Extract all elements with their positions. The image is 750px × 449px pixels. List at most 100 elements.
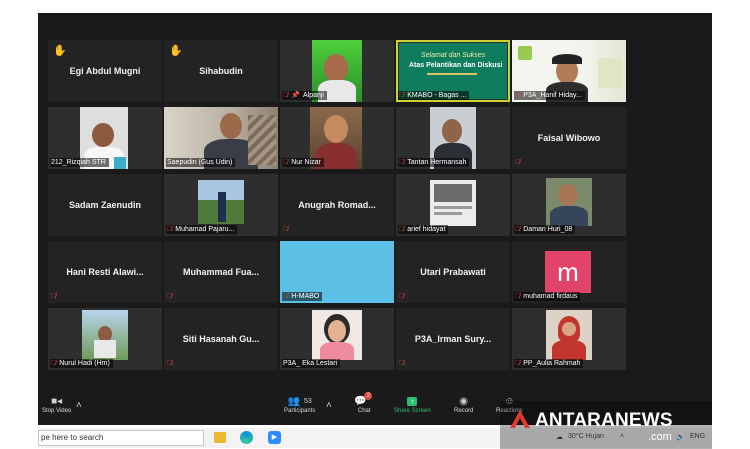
antaranews-logo-icon [510, 410, 530, 428]
participant-name: Utari Prabawati [420, 267, 486, 277]
mic-muted-icon: 🎙̸ [515, 159, 521, 166]
participant-tile[interactable]: 🎙̸ P3A_Hanif Hiday... [512, 40, 626, 102]
record-icon: ◉ [459, 395, 469, 407]
share-screen-button[interactable]: ↑ Share Screen [394, 394, 431, 414]
participant-tile[interactable]: 🎙̸ arief hidayat [396, 174, 510, 236]
participant-tile[interactable]: ✋ Sihabudin [164, 40, 278, 102]
edge-browser-icon[interactable] [240, 431, 253, 444]
weather-status[interactable]: 30°C Hujan [568, 433, 604, 440]
participant-nametag: 🎙̸ KMABO - Bagas ... [398, 91, 470, 100]
participant-name: Siti Hasanah Gu... [182, 334, 260, 344]
participant-name: Anugrah Romad... [298, 200, 376, 210]
mic-muted-icon: 🎙̸ [167, 360, 173, 367]
weather-icon[interactable]: ☁ [556, 433, 563, 441]
participant-tile[interactable]: Anugrah Romad... 🎙̸ [280, 174, 394, 236]
participant-name: arief hidayat [407, 226, 446, 233]
participant-tile[interactable]: 🎙̸ Nur Nizar [280, 107, 394, 169]
participant-tile[interactable]: m 🎙̸ muhamad firdaus [512, 241, 626, 303]
mic-muted-icon: 🎙̸ [399, 360, 405, 367]
participant-name: Alpanji [302, 92, 324, 99]
avatar: m [545, 251, 591, 293]
participant-tile[interactable]: Utari Prabawati 🎙̸ [396, 241, 510, 303]
mic-muted-icon: 🎙̸ [515, 92, 521, 99]
participant-name: P3A_Hanif Hiday... [523, 92, 582, 99]
language-indicator[interactable]: ENG [690, 433, 705, 440]
participant-tile[interactable]: Muhammad Fua... 🎙̸ [164, 241, 278, 303]
watermark-brand: ANTARANEWS [535, 410, 673, 431]
banner-line-2: Atas Pelantikan dan Diskusi [409, 62, 503, 69]
participant-nametag: 🎙̸ [514, 158, 526, 167]
participant-tile[interactable]: Faisal Wibowo 🎙̸ [512, 107, 626, 169]
participant-name: Muhammad Fua... [182, 267, 259, 277]
participant-nametag: 🎙̸ Muhamad Pajaru... [166, 225, 238, 234]
participant-tile[interactable]: ✋ Egi Abdul Mugni [48, 40, 162, 102]
participant-tile[interactable]: P3A_ Eka Lestari [280, 308, 394, 370]
share-screen-label: Share Screen [394, 408, 431, 414]
participants-button[interactable]: 👥 53 Participants [284, 394, 316, 415]
participant-nametag: 🎙̸ H-MABO [282, 292, 323, 301]
participant-nametag: 🎙̸ [398, 292, 410, 301]
file-explorer-icon[interactable] [214, 432, 226, 443]
video-feed [546, 178, 592, 226]
participant-tile[interactable]: 🎙̸ Nurul Hadi (Hm) [48, 308, 162, 370]
participant-tile[interactable]: Saepudin (Gus Udin) [164, 107, 278, 169]
mic-muted-icon: 🎙̸ [283, 226, 289, 233]
participant-nametag: 🎙̸ [166, 359, 178, 368]
participant-name: Faisal Wibowo [537, 133, 601, 143]
mic-muted-icon: 🎙̸ [399, 293, 405, 300]
participant-name: Muhamad Pajaru... [175, 226, 235, 233]
participant-nametag: 🎙̸ [166, 292, 178, 301]
participant-nametag: 🎙̸ Nur Nizar [282, 158, 324, 167]
participant-tile[interactable]: P3A_Irman Sury... 🎙̸ [396, 308, 510, 370]
participant-name: Daman Huri_08 [523, 226, 573, 233]
mic-muted-icon: 🎙̸ [283, 293, 289, 300]
participant-nametag: 212_Rizqiah STR [50, 158, 109, 167]
mic-muted-icon: 🎙̸ [283, 92, 289, 99]
participant-nametag: 🎙̸ arief hidayat [398, 225, 449, 234]
stop-video-button[interactable]: ■◂ Stop Video [42, 394, 71, 415]
participants-options-caret[interactable]: ˄ [326, 398, 332, 412]
participants-label: Participants [284, 408, 316, 414]
mic-muted-icon: 🎙̸ [283, 159, 289, 166]
taskbar-search-input[interactable]: pe here to search [38, 430, 204, 446]
participant-name: P3A_ Eka Lestari [283, 360, 338, 367]
participant-tile[interactable]: Sadam Zaenudin [48, 174, 162, 236]
participant-tile[interactable]: 212_Rizqiah STR [48, 107, 162, 169]
participant-name: Sadam Zaenudin [68, 200, 141, 210]
participant-name: H-MABO [291, 293, 320, 300]
participant-tile[interactable]: 🎙̸ Muhamad Pajaru... [164, 174, 278, 236]
participant-name: P3A_Irman Sury... [414, 334, 492, 344]
participant-tile[interactable]: 🎙̸ PP_Aulia Rahmah [512, 308, 626, 370]
mic-muted-icon: 🎙̸ [51, 360, 57, 367]
participant-name: Egi Abdul Mugni [69, 66, 141, 76]
participants-icon: 👥 53 [287, 395, 312, 407]
participant-name: Saepudin (Gus Udin) [167, 159, 233, 166]
participant-tile[interactable]: 🎙̸ 📌 Alpanji [280, 40, 394, 102]
participant-nametag: 🎙̸ PP_Aulia Rahmah [514, 359, 584, 368]
participant-tile[interactable]: Siti Hasanah Gu... 🎙̸ [164, 308, 278, 370]
mic-muted-icon: 🎙̸ [399, 92, 405, 99]
participant-nametag: 🎙̸ 📌 Alpanji [282, 91, 327, 100]
participant-nametag: 🎙̸ [398, 359, 410, 368]
participant-nametag: 🎙̸ Nurul Hadi (Hm) [50, 359, 113, 368]
record-button[interactable]: ◉ Record [454, 394, 473, 415]
chat-label: Chat [357, 408, 371, 414]
tray-overflow-icon[interactable]: ˄ [620, 433, 624, 440]
participant-name: Nurul Hadi (Hm) [59, 360, 110, 367]
participant-tile[interactable]: 🎙̸ Tantan Hermansah [396, 107, 510, 169]
video-options-caret[interactable]: ˄ [76, 398, 82, 412]
video-feed [312, 310, 362, 360]
mic-muted-icon: 🎙̸ [515, 293, 521, 300]
participant-name: KMABO - Bagas ... [407, 92, 467, 99]
mic-muted-icon: 🎙̸ [515, 360, 521, 367]
participant-tile[interactable]: Hani Resti Alawi... 🎙̸ [48, 241, 162, 303]
zoom-app-icon[interactable]: ▶ [268, 431, 281, 444]
participant-tile[interactable]: 🎙̸ Daman Huri_08 [512, 174, 626, 236]
share-screen-icon: ↑ [407, 394, 418, 408]
participant-tile[interactable]: 🎙̸ H-MABO [280, 241, 394, 303]
volume-icon[interactable]: 🔊 [676, 433, 685, 441]
participant-name: 212_Rizqiah STR [51, 159, 106, 166]
participant-tile-active-speaker[interactable]: Selamat dan Sukses Atas Pelantikan dan D… [396, 40, 510, 102]
banner-line-1: Selamat dan Sukses [421, 52, 486, 59]
chat-button[interactable]: 💬 2 Chat [354, 392, 374, 414]
